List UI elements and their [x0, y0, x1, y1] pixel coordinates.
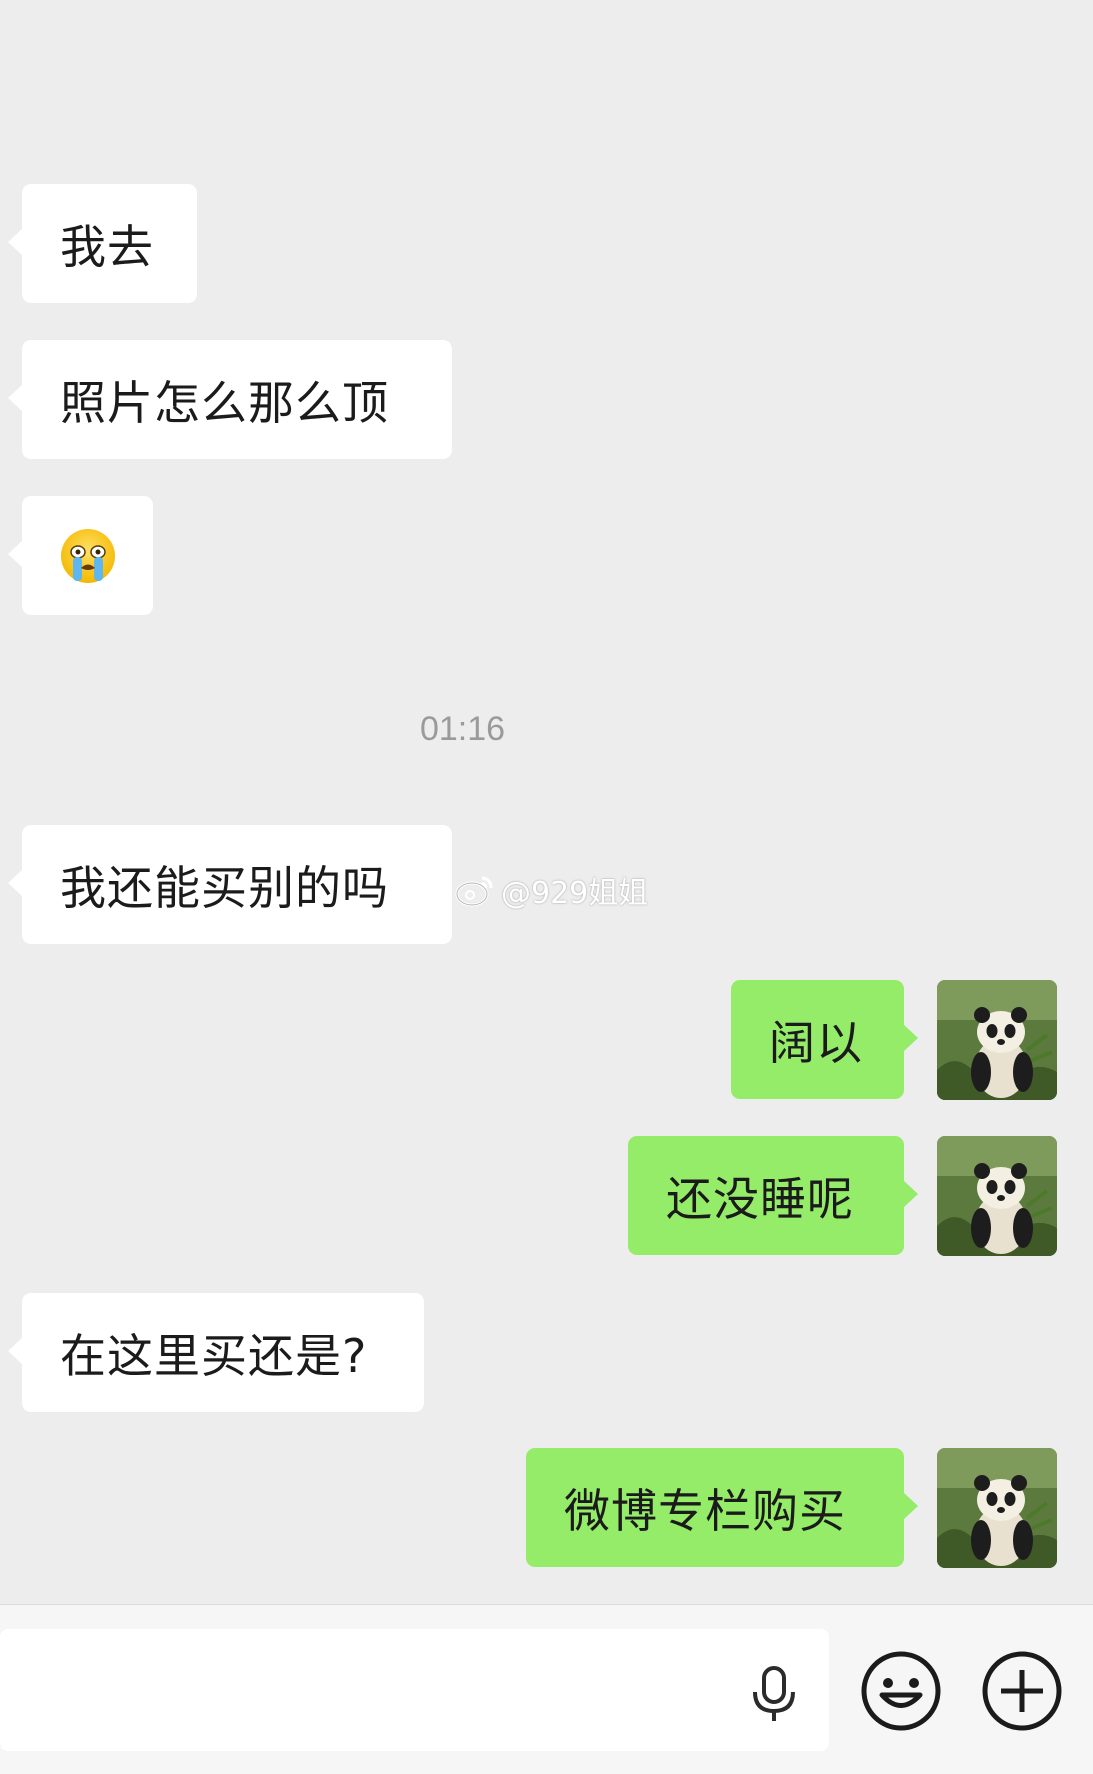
message-bubble-incoming[interactable]	[8, 496, 153, 615]
message-composer	[0, 1604, 1093, 1774]
message-input[interactable]	[0, 1629, 829, 1751]
message-bubble-incoming[interactable]: 照片怎么那么顶	[8, 340, 452, 459]
message-bubble-incoming[interactable]: 我去	[8, 184, 197, 303]
panda-avatar[interactable]	[937, 980, 1057, 1100]
weibo-watermark: @929姐姐	[455, 868, 648, 912]
weibo-logo-icon	[455, 876, 493, 907]
watermark-text: @929姐姐	[501, 876, 649, 911]
message-bubble-outgoing[interactable]: 还没睡呢	[628, 1136, 918, 1255]
message-bubble-incoming[interactable]: 我还能买别的吗	[8, 825, 452, 944]
panda-avatar-icon	[937, 1136, 1057, 1256]
message-timestamp: 01:16	[419, 710, 506, 748]
panda-avatar[interactable]	[937, 1448, 1057, 1568]
message-bubble-incoming[interactable]: 在这里买还是?	[8, 1293, 424, 1412]
panda-avatar-icon	[937, 980, 1057, 1100]
message-text: 我还能买别的吗	[60, 860, 389, 915]
emoji-icon[interactable]	[860, 1650, 942, 1732]
message-bubble-outgoing[interactable]: 阔以	[731, 980, 918, 1099]
chat-area: 我去 照片怎么那么顶 01:16 我还能买别的吗 @929姐姐 阔以 还没睡呢 …	[0, 0, 1093, 1604]
add-icon[interactable]	[981, 1650, 1063, 1732]
message-text: 还没睡呢	[666, 1171, 854, 1226]
message-text: 我去	[60, 219, 154, 274]
message-text: 在这里买还是?	[60, 1328, 368, 1383]
panda-avatar-icon	[937, 1448, 1057, 1568]
panda-avatar[interactable]	[937, 1136, 1057, 1256]
message-bubble-outgoing[interactable]: 微博专栏购买	[526, 1448, 918, 1567]
microphone-icon[interactable]	[746, 1664, 802, 1724]
message-text: 照片怎么那么顶	[60, 375, 389, 430]
message-text: 阔以	[769, 1015, 863, 1070]
message-text: 微博专栏购买	[564, 1483, 846, 1538]
loudly-crying-face-icon	[61, 528, 115, 583]
